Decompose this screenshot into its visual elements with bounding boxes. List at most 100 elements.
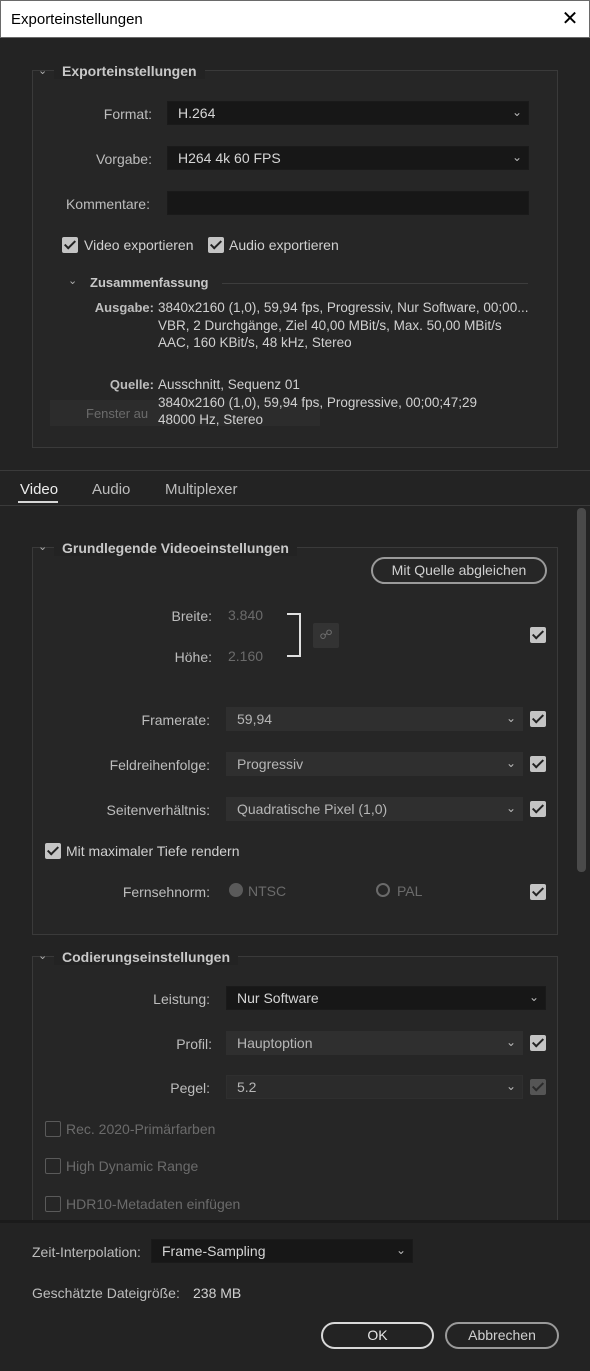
time-interp-dropdown[interactable]: Frame-Sampling ⌄ [151, 1239, 413, 1263]
profile-label: Profil: [176, 1036, 212, 1052]
level-label: Pegel: [170, 1080, 210, 1096]
summary-divider [222, 283, 528, 284]
pal-label: PAL [397, 883, 423, 899]
summary-header: Zusammenfassung [90, 275, 209, 290]
performance-label: Leistung: [153, 991, 210, 1007]
ok-button[interactable]: OK [321, 1322, 434, 1349]
comments-label: Kommentare: [65, 196, 150, 212]
hdr-label: High Dynamic Range [66, 1158, 199, 1174]
tab-video-underline [18, 501, 58, 503]
profile-value: Hauptoption [237, 1035, 313, 1051]
filesize-label: Geschätzte Dateigröße: [32, 1285, 180, 1301]
link-icon[interactable]: ☍ [313, 623, 339, 648]
aspect-value: Quadratische Pixel (1,0) [237, 801, 388, 817]
output-line-2: VBR, 2 Durchgänge, Ziel 40,00 MBit/s, Ma… [158, 318, 502, 333]
performance-dropdown[interactable]: Nur Software ⌄ [226, 986, 546, 1010]
source-line-3: 48000 Hz, Stereo [158, 412, 264, 427]
height-label: Höhe: [174, 649, 212, 665]
tab-audio[interactable]: Audio [92, 481, 130, 498]
format-dropdown[interactable]: H.264 ⌄ [167, 101, 529, 125]
chevron-down-icon: ⌄ [528, 990, 539, 1004]
comments-input[interactable] [167, 191, 529, 215]
window-title: Exporteinstellungen [11, 11, 143, 28]
level-value: 5.2 [237, 1079, 257, 1095]
export-audio-label: Audio exportieren [229, 237, 339, 253]
chevron-down-icon[interactable]: ⌄ [38, 540, 47, 553]
framerate-checkbox[interactable] [530, 711, 546, 727]
max-depth-checkbox[interactable] [45, 843, 61, 859]
time-interp-value: Frame-Sampling [162, 1243, 266, 1259]
cancel-button[interactable]: Abbrechen [445, 1322, 559, 1349]
basic-video-panel [32, 547, 558, 935]
profile-dropdown[interactable]: Hauptoption ⌄ [226, 1031, 523, 1055]
hdr10-label: HDR10-Metadaten einfügen [66, 1196, 241, 1212]
format-value: H.264 [178, 105, 216, 121]
preset-value: H264 4k 60 FPS [178, 150, 281, 166]
preset-label: Vorgabe: [95, 151, 152, 167]
export-video-label: Video exportieren [84, 237, 194, 253]
output-label: Ausgabe: [94, 300, 154, 315]
source-label: Quelle: [109, 377, 154, 392]
chevron-down-icon: ⌄ [511, 150, 522, 164]
chevron-down-icon: ⌄ [505, 1079, 516, 1093]
framerate-value: 59,94 [237, 711, 273, 727]
level-dropdown[interactable]: 5.2 ⌄ [226, 1075, 523, 1099]
pal-radio[interactable] [376, 883, 390, 897]
width-value: 3.840 [228, 607, 264, 623]
height-value: 2.160 [228, 648, 264, 664]
chevron-down-icon: ⌄ [505, 801, 516, 815]
rec2020-checkbox[interactable] [45, 1121, 61, 1137]
level-checkbox[interactable] [530, 1079, 546, 1095]
rec2020-label: Rec. 2020-Primärfarben [66, 1121, 216, 1137]
time-interp-label: Zeit-Interpolation: [32, 1244, 141, 1260]
export-audio-checkbox[interactable] [208, 237, 224, 253]
aspect-dropdown[interactable]: Quadratische Pixel (1,0) ⌄ [226, 797, 523, 821]
ghost-text: Fenster au [86, 406, 149, 421]
export-settings-header: Exporteinstellungen [54, 63, 205, 79]
close-icon[interactable]: ✕ [559, 7, 581, 31]
hdr-checkbox[interactable] [45, 1158, 61, 1174]
tab-multiplexer[interactable]: Multiplexer [165, 481, 238, 498]
scrollbar-thumb[interactable] [577, 508, 586, 872]
profile-checkbox[interactable] [530, 1035, 546, 1051]
basic-video-header: Grundlegende Videoeinstellungen [54, 540, 297, 556]
chevron-down-icon: ⌄ [505, 1035, 516, 1049]
ntsc-radio[interactable] [229, 883, 243, 897]
tab-video[interactable]: Video [20, 481, 58, 498]
field-order-value: Progressiv [237, 756, 304, 772]
format-label: Format: [103, 106, 152, 122]
preset-dropdown[interactable]: H264 4k 60 FPS ⌄ [167, 146, 529, 170]
match-source-button[interactable]: Mit Quelle abgleichen [371, 557, 547, 584]
export-video-checkbox[interactable] [62, 237, 78, 253]
field-order-dropdown[interactable]: Progressiv ⌄ [226, 752, 523, 776]
encoding-header: Codierungseinstellungen [54, 949, 239, 965]
filesize-value: 238 MB [193, 1285, 242, 1301]
tabs-bottom-divider [0, 505, 590, 506]
aspect-label: Seitenverhältnis: [106, 802, 210, 818]
chevron-down-icon[interactable]: ⌄ [68, 274, 77, 287]
dimensions-override-checkbox[interactable] [530, 627, 546, 643]
chevron-down-icon: ⌄ [511, 105, 522, 119]
chevron-down-icon: ⌄ [505, 711, 516, 725]
framerate-dropdown[interactable]: 59,94 ⌄ [226, 707, 523, 731]
max-depth-label: Mit maximaler Tiefe rendern [66, 843, 240, 859]
width-label: Breite: [171, 608, 212, 624]
link-bracket [287, 613, 301, 657]
chevron-down-icon[interactable]: ⌄ [38, 949, 47, 962]
title-bar: Exporteinstellungen ✕ [0, 0, 590, 38]
output-line-1: 3840x2160 (1,0), 59,94 fps, Progressiv, … [158, 300, 529, 315]
source-line-1: Ausschnitt, Sequenz 01 [158, 377, 300, 392]
output-line-3: AAC, 160 KBit/s, 48 kHz, Stereo [158, 335, 352, 350]
field-order-checkbox[interactable] [530, 756, 546, 772]
tv-standard-checkbox[interactable] [530, 884, 546, 900]
chevron-down-icon: ⌄ [395, 1243, 406, 1257]
ntsc-label: NTSC [248, 883, 287, 899]
tv-standard-label: Fernsehnorm: [122, 884, 210, 900]
hdr10-checkbox[interactable] [45, 1196, 61, 1212]
tabs-top-divider [0, 470, 590, 471]
source-line-2: 3840x2160 (1,0), 59,94 fps, Progressive,… [158, 395, 477, 410]
performance-value: Nur Software [237, 990, 319, 1006]
framerate-label: Framerate: [141, 712, 210, 728]
aspect-checkbox[interactable] [530, 801, 546, 817]
chevron-down-icon[interactable]: ⌄ [38, 64, 47, 77]
